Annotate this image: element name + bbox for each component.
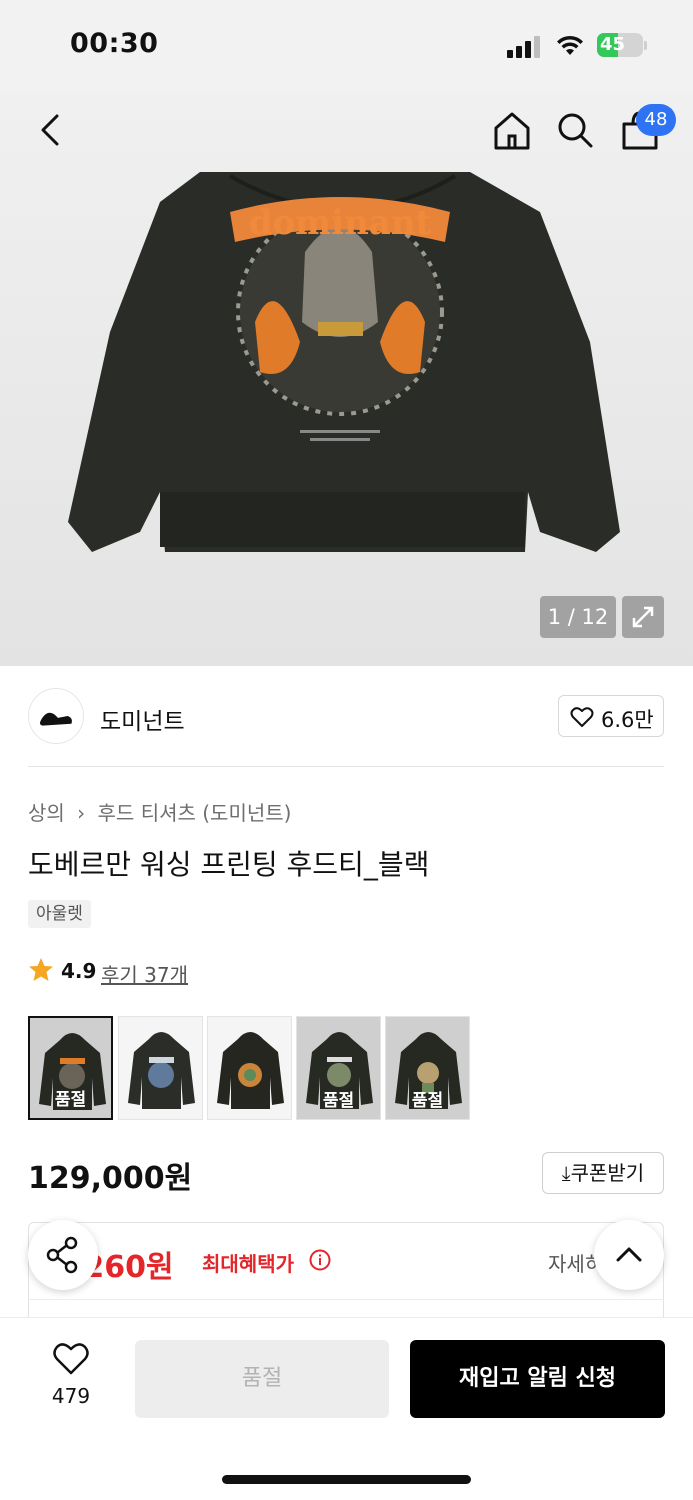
brand-logo [28, 688, 84, 744]
battery-level: 45 [600, 34, 626, 55]
battery-tip [644, 41, 647, 50]
wishlist-count: 479 [51, 1384, 91, 1408]
color-option[interactable]: 품절 [296, 1016, 381, 1120]
search-icon[interactable] [555, 110, 595, 150]
chevron-right-icon: › [77, 801, 86, 825]
back-icon[interactable] [30, 110, 70, 150]
color-option[interactable] [118, 1016, 203, 1120]
product-price: 129,000원 [28, 1161, 193, 1196]
battery-icon: 45 [597, 33, 643, 57]
info-icon[interactable] [309, 1249, 331, 1271]
cart-count-badge: 48 [636, 104, 676, 136]
scroll-top-icon[interactable] [594, 1220, 664, 1290]
brand-row[interactable]: 도미넌트 6.6만 [28, 688, 664, 746]
heart-icon [53, 1343, 89, 1375]
sold-out-label: 품절 [54, 1090, 87, 1110]
sold-out-button[interactable]: 품절 [135, 1340, 389, 1418]
hoodie-image: dominant [68, 172, 620, 552]
expand-icon[interactable] [622, 596, 664, 638]
coupon-button[interactable]: ⤓쿠폰받기 [542, 1152, 664, 1194]
color-option[interactable] [207, 1016, 292, 1120]
home-indicator [222, 1475, 471, 1484]
brand-like-count: 6.6만 [601, 708, 654, 732]
wishlist-button[interactable]: 479 [36, 1342, 106, 1416]
sold-out-label: 품절 [322, 1091, 355, 1111]
thumbnail-image [128, 1032, 195, 1109]
max-benefit-label: 최대혜택가 [202, 1252, 294, 1276]
product-title: 도베르만 워싱 프린팅 후드티_블랙 [28, 848, 430, 881]
review-link[interactable]: 후기 37개 [101, 959, 188, 988]
wifi-icon [557, 35, 583, 55]
restock-alert-button[interactable]: 재입고 알림 신청 [410, 1340, 665, 1418]
divider [28, 1299, 664, 1300]
outlet-badge: 아울렛 [28, 900, 91, 928]
coupon-label: 쿠폰받기 [570, 1161, 645, 1185]
image-counter: 1 / 12 [540, 596, 616, 638]
status-time: 00:30 [70, 28, 159, 59]
share-icon[interactable] [28, 1220, 98, 1290]
star-icon [29, 958, 53, 981]
breadcrumb-category[interactable]: 상의 [28, 797, 65, 826]
brand-like-button[interactable]: 6.6만 [558, 695, 664, 737]
heart-icon [570, 707, 594, 727]
brand-name: 도미넌트 [100, 709, 185, 735]
color-option[interactable]: 품절 [385, 1016, 470, 1120]
rating-value: 4.9 [61, 959, 97, 983]
product-image[interactable]: dominant [0, 92, 693, 666]
status-bar: 00:30 45 [0, 0, 693, 92]
color-option[interactable]: 품절 [28, 1016, 113, 1120]
sold-out-label: 품절 [411, 1091, 444, 1111]
color-options: 품절 품절 품절 [28, 1016, 488, 1120]
svg-text:dominant: dominant [249, 203, 432, 243]
thumbnail-image [217, 1032, 284, 1109]
home-icon[interactable] [490, 108, 534, 152]
cellular-signal-icon [507, 36, 543, 58]
breadcrumb: 상의 › 후드 티셔츠 (도미넌트) [28, 797, 291, 826]
download-icon: ⤓ [561, 1161, 571, 1185]
divider [28, 766, 664, 767]
breadcrumb-subcategory[interactable]: 후드 티셔츠 (도미넌트) [98, 797, 292, 826]
